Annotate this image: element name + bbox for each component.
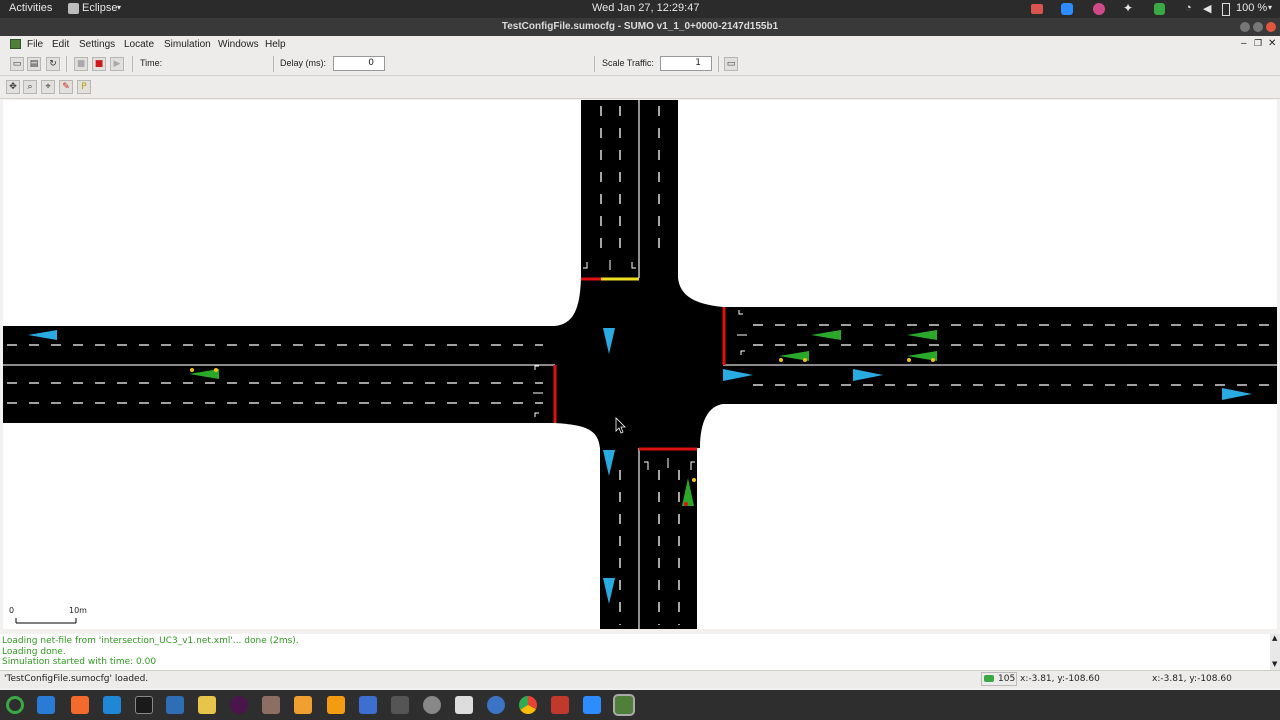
rstudio-icon[interactable] (487, 696, 505, 714)
time-label: Time: (140, 58, 163, 68)
scale-traffic-input[interactable]: 1 (660, 56, 712, 71)
cursor-coordinates: x:-3.81, y:-108.60 (1152, 674, 1232, 684)
settings-gear-icon[interactable] (423, 696, 441, 714)
sublime-icon[interactable] (294, 696, 312, 714)
menu-simulation[interactable]: Simulation (164, 39, 211, 50)
intersection-area (555, 278, 723, 448)
clock[interactable]: Wed Jan 27, 12:29:47 (592, 2, 699, 14)
simulation-toolbar: ▭ ▤ ↻ ■ ■ ▶ Time: 0 Delay (ms): 0 Scale … (0, 53, 1280, 123)
log-line: Simulation started with time: 0.00 (2, 657, 157, 667)
toolbar-separator (273, 56, 274, 72)
activities-button[interactable]: Activities (9, 2, 52, 14)
west-approach-road (3, 326, 578, 423)
word-icon[interactable] (359, 696, 377, 714)
chrome-icon[interactable] (519, 696, 537, 714)
wifi-icon[interactable]: ◔ (1185, 2, 1192, 14)
log-line: Loading net-file from 'intersection_UC3_… (2, 636, 299, 646)
locate-icon[interactable]: ⌖ (41, 80, 55, 94)
reload-icon[interactable]: ↻ (46, 57, 60, 71)
toolbar-separator (594, 56, 595, 72)
zoom-icon-dock[interactable] (583, 696, 601, 714)
ubuntu-update-icon[interactable] (6, 696, 24, 714)
simulation-canvas[interactable]: 0 10m (3, 100, 1277, 629)
mdi-close-icon[interactable]: ✕ (1268, 38, 1276, 49)
new-view-icon[interactable]: ▭ (724, 57, 738, 71)
volume-icon[interactable]: ◀ (1203, 2, 1211, 15)
geo-coordinates: x:-3.81, y:-108.60 (1020, 674, 1100, 684)
step-icon[interactable]: ▶ (110, 57, 124, 71)
slack-tray-icon[interactable] (1093, 3, 1105, 15)
scroll-up-icon[interactable]: ▲ (1272, 634, 1277, 642)
system-monitor-icon[interactable] (391, 696, 409, 714)
text-editor-icon[interactable] (455, 696, 473, 714)
north-approach-road (581, 100, 678, 280)
toolbar-separator (66, 56, 67, 72)
system-top-bar: Activities Eclipse ▾ Wed Jan 27, 12:29:4… (0, 0, 1280, 18)
window-title: TestConfigFile.sumocfg - SUMO v1_1_0+000… (501, 21, 779, 32)
open-config-icon[interactable]: ▭ (10, 57, 24, 71)
status-message: 'TestConfigFile.sumocfg' loaded. (4, 674, 149, 684)
stop-icon[interactable]: ■ (92, 57, 106, 71)
recenter-icon[interactable]: ✥ (6, 80, 20, 94)
toolbar-separator (718, 56, 719, 72)
mdi-restore-icon[interactable]: ❐ (1254, 38, 1262, 49)
battery-icon[interactable] (1222, 3, 1230, 16)
sticky-notes-icon[interactable] (198, 696, 216, 714)
app-menu-eclipse[interactable]: Eclipse (82, 2, 117, 14)
vehicle-count: 105 (998, 674, 1016, 684)
python-app-icon[interactable] (166, 696, 184, 714)
vehicle-count-icon (984, 675, 994, 682)
menu-settings[interactable]: Settings (79, 39, 115, 50)
menu-file[interactable]: File (27, 39, 43, 50)
window-title-bar: TestConfigFile.sumocfg - SUMO v1_1_0+000… (0, 18, 1280, 36)
message-log[interactable]: Loading net-file from 'intersection_UC3_… (0, 634, 1270, 670)
status-bar: 'TestConfigFile.sumocfg' loaded. 105 x:-… (0, 670, 1280, 688)
open-network-icon[interactable]: ▤ (27, 57, 41, 71)
menu-locate[interactable]: Locate (124, 39, 154, 50)
window-maximize-button[interactable] (1253, 22, 1263, 32)
toolbar-separator (132, 56, 133, 72)
sumo-gui-icon[interactable] (613, 694, 635, 716)
taskbar-dock (0, 690, 1280, 720)
menu-help[interactable]: Help (265, 39, 286, 50)
run-icon[interactable]: ■ (74, 57, 88, 71)
locate-vehicle-icon[interactable]: ✎ (59, 80, 73, 94)
screen-record-icon[interactable] (1031, 4, 1043, 14)
delay-label: Delay (ms): (280, 58, 327, 68)
scale-traffic-label: Scale Traffic: (602, 58, 654, 68)
mail-icon[interactable] (551, 696, 569, 714)
zoom-tray-icon[interactable] (1061, 3, 1073, 15)
slack-icon[interactable] (230, 696, 248, 714)
sumo-app-icon (10, 39, 21, 49)
app-menu-chevron-icon: ▾ (117, 3, 122, 12)
menu-edit[interactable]: Edit (52, 39, 69, 50)
scroll-down-icon[interactable]: ▼ (1272, 660, 1277, 668)
files-icon[interactable] (262, 696, 280, 714)
window-close-button[interactable] (1266, 22, 1276, 32)
window-minimize-button[interactable] (1240, 22, 1250, 32)
menu-windows[interactable]: Windows (218, 39, 259, 50)
system-menu-chevron-icon[interactable]: ▾ (1268, 3, 1272, 12)
log-line: Loading done. (2, 647, 66, 657)
brave-browser-icon[interactable] (71, 696, 89, 714)
vscode-icon[interactable] (103, 696, 121, 714)
view-toolbar: ✥ ⌕ ⌖ ✎ P standard ▾ (0, 76, 1280, 171)
network-view[interactable] (3, 100, 1277, 629)
shield-tray-icon[interactable] (1154, 3, 1165, 15)
log-scrollbar[interactable]: ▲ ▼ (1270, 634, 1280, 670)
menu-bar: File Edit Settings Locate Simulation Win… (0, 36, 1280, 54)
tasks-app-icon[interactable] (37, 696, 55, 714)
mdi-minimize-icon[interactable]: – (1241, 38, 1247, 49)
scale-bar-start-label: 0 (9, 606, 15, 615)
extension-tray-icon[interactable]: ✦ (1123, 1, 1133, 15)
git-client-icon[interactable] (327, 696, 345, 714)
terminal-icon[interactable] (135, 696, 153, 714)
south-approach-road (600, 448, 697, 629)
delay-input[interactable]: 0 (333, 56, 385, 71)
locate-poi-icon[interactable]: P (77, 80, 91, 94)
eclipse-app-icon (68, 3, 79, 14)
zoom-icon[interactable]: ⌕ (23, 80, 37, 94)
battery-percent[interactable]: 100 % (1236, 2, 1267, 14)
scale-bar-end-label: 10m (69, 606, 87, 615)
